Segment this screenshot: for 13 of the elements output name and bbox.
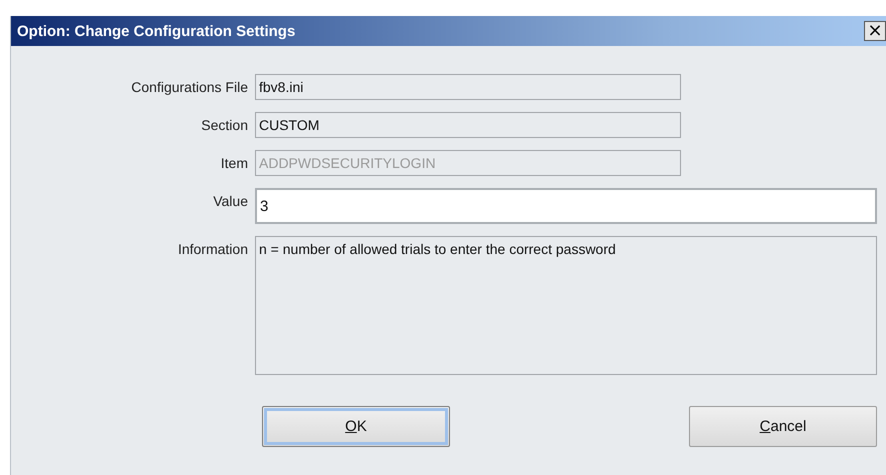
field-label: Information <box>176 240 248 257</box>
field-label: Configurations File <box>130 78 248 95</box>
dialog-button[interactable]: OK <box>262 406 450 447</box>
close-button[interactable]: × <box>864 21 886 41</box>
information-box[interactable]: n = number of allowed trials to enter the correct password <box>255 236 877 375</box>
window-title: Option: Change Configuration Settings <box>17 22 296 40</box>
field-label: Item <box>220 154 248 171</box>
text-field[interactable]: CUSTOM <box>255 112 681 138</box>
dialog-button[interactable]: Cancel <box>689 406 877 447</box>
text-field[interactable]: fbv8.ini <box>255 74 681 100</box>
field-label: Section <box>200 116 248 133</box>
text-field[interactable]: 3 <box>255 188 877 224</box>
field-label: Value <box>212 192 248 209</box>
